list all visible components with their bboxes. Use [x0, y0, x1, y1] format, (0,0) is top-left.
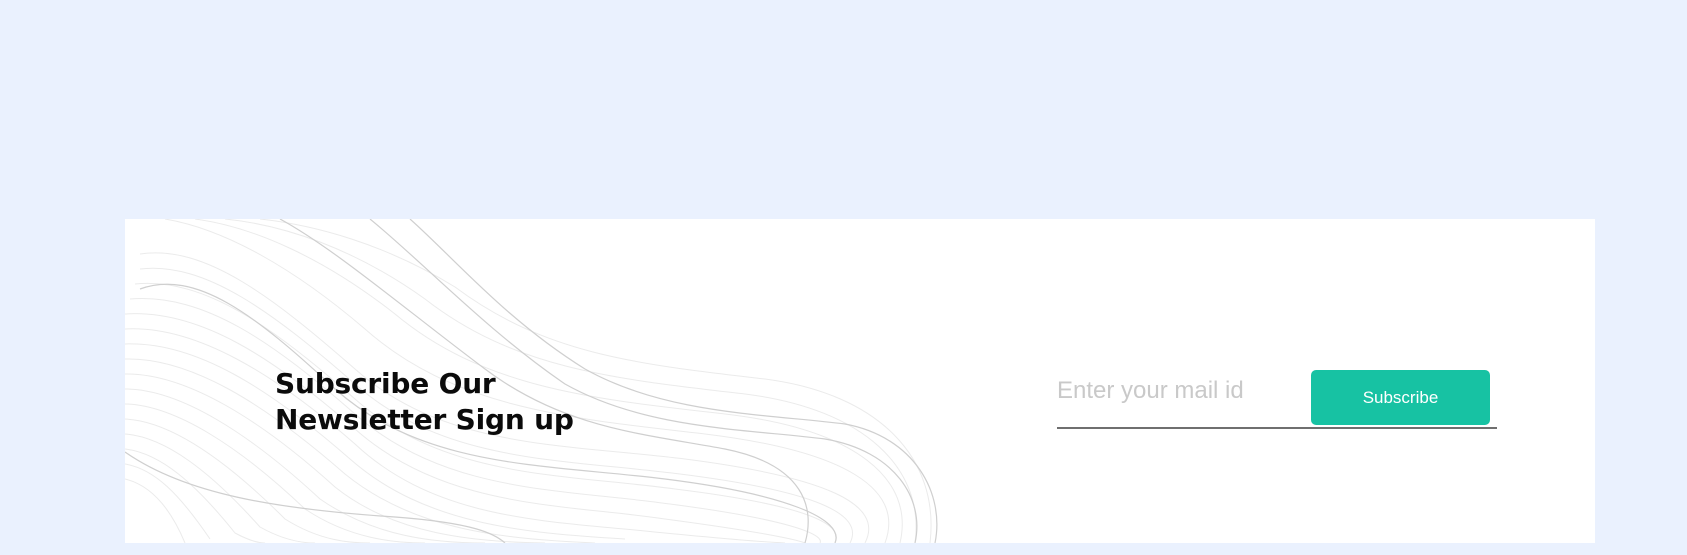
newsletter-card: Subscribe Our Newsletter Sign up Subscri…	[125, 219, 1595, 543]
newsletter-signup-form: Subscribe	[1057, 369, 1497, 449]
email-input[interactable]	[1057, 369, 1307, 413]
subscribe-button[interactable]: Subscribe	[1311, 370, 1490, 425]
newsletter-title: Subscribe Our Newsletter Sign up	[275, 366, 574, 438]
newsletter-title-line-1: Subscribe Our	[275, 367, 496, 400]
newsletter-title-line-2: Newsletter Sign up	[275, 403, 574, 436]
email-input-underline	[1057, 427, 1497, 429]
